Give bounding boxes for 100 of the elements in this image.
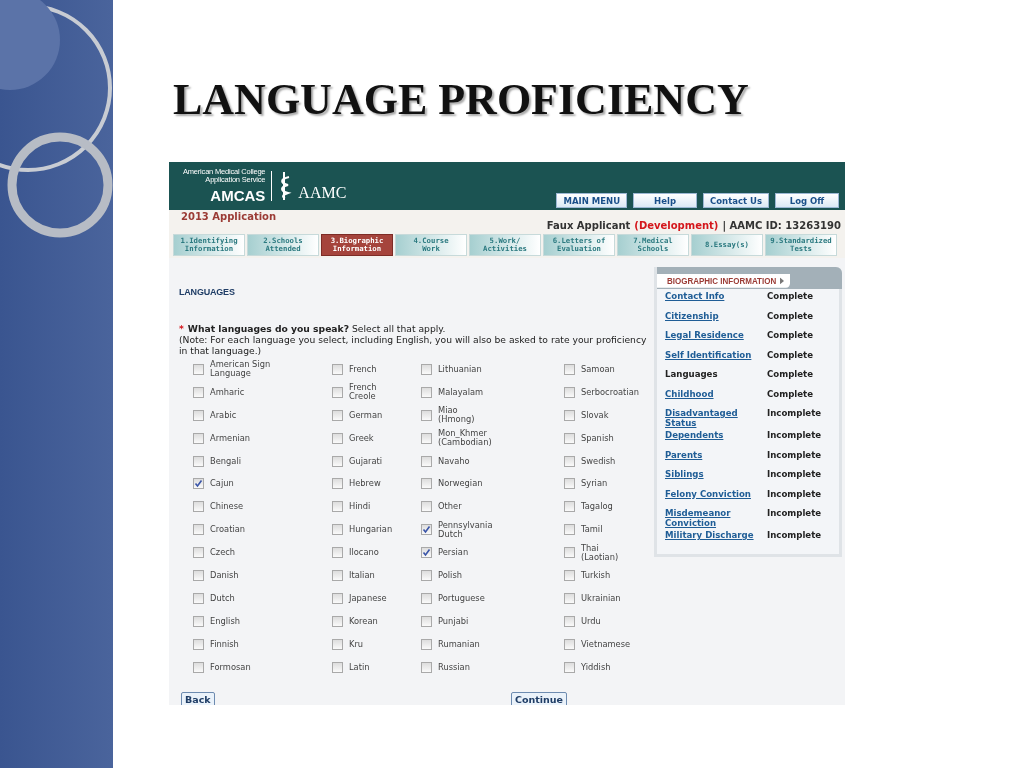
language-label: Chinese (210, 502, 244, 512)
language-checkbox[interactable] (564, 432, 575, 444)
section-link[interactable]: Misdemeanor Conviction (665, 509, 767, 528)
language-checkbox[interactable] (564, 592, 575, 604)
language-checkbox[interactable] (332, 569, 343, 581)
language-checkbox[interactable] (332, 409, 343, 421)
language-checkbox[interactable] (564, 661, 575, 673)
language-label: Latin (349, 662, 370, 672)
language-label: Serbocroatian (581, 387, 639, 397)
language-checkbox[interactable] (332, 386, 343, 398)
language-checkbox[interactable] (421, 478, 432, 490)
language-label: Ilocano (349, 548, 379, 558)
language-label: Hungarian (349, 525, 393, 535)
language-checkbox[interactable] (564, 478, 575, 490)
language-label: Yiddish (581, 662, 611, 672)
section-link[interactable]: Disadvantaged Status (665, 409, 767, 428)
language-checkbox[interactable] (332, 661, 343, 673)
language-checkbox[interactable] (193, 638, 204, 650)
language-checkbox[interactable] (332, 363, 343, 375)
section-link[interactable]: Contact Info (665, 292, 767, 302)
section-link[interactable]: Parents (665, 450, 767, 460)
language-label: Gujarati (349, 456, 383, 466)
language-label: Japanese (349, 593, 387, 603)
language-checkbox[interactable] (421, 547, 432, 559)
language-label: Urdu (581, 616, 601, 626)
language-label: Swedish (581, 456, 616, 466)
language-checkbox[interactable] (564, 569, 575, 581)
language-checkbox[interactable] (193, 524, 204, 536)
language-checkbox[interactable] (193, 501, 204, 513)
language-checkbox[interactable] (421, 661, 432, 673)
language-label: Dutch (210, 593, 235, 603)
language-checkbox[interactable] (421, 386, 432, 398)
language-checkbox[interactable] (421, 363, 432, 375)
language-checkbox[interactable] (421, 524, 432, 536)
language-checkbox[interactable] (332, 547, 343, 559)
language-checkbox[interactable] (421, 409, 432, 421)
language-checkbox[interactable] (421, 455, 432, 467)
nav-button[interactable]: Log Off (775, 193, 839, 208)
section-link[interactable]: Citizenship (665, 311, 767, 321)
language-label: Portuguese (438, 593, 485, 603)
language-checkbox[interactable] (332, 592, 343, 604)
language-checkbox[interactable] (564, 615, 575, 627)
language-checkbox[interactable] (193, 409, 204, 421)
language-checkbox[interactable] (193, 386, 204, 398)
section-link[interactable]: Childhood (665, 389, 767, 399)
language-checkbox[interactable] (193, 363, 204, 375)
language-checkbox[interactable] (332, 501, 343, 513)
language-label: Arabic (210, 410, 237, 420)
section-heading: LANGUAGES (179, 286, 235, 298)
language-checkbox[interactable] (564, 638, 575, 650)
language-checkbox[interactable] (332, 478, 343, 490)
staff-snake-icon (278, 171, 293, 201)
aamc-id: | AAMC ID: 13263190 (722, 220, 841, 231)
language-checkbox[interactable] (564, 363, 575, 375)
language-checkbox[interactable] (564, 547, 575, 559)
language-label: Hindi (349, 502, 371, 512)
section-link[interactable]: Military Discharge (665, 531, 767, 541)
nav-button[interactable]: MAIN MENU (556, 193, 628, 208)
language-checkbox[interactable] (193, 432, 204, 444)
language-label: Mon_Khmer (Cambodian) (438, 429, 492, 448)
language-checkbox[interactable] (564, 455, 575, 467)
language-checkbox[interactable] (564, 524, 575, 536)
language-checkbox[interactable] (193, 547, 204, 559)
back-button[interactable]: Back (181, 692, 215, 705)
language-checkbox[interactable] (193, 615, 204, 627)
language-checkbox[interactable] (421, 432, 432, 444)
continue-button[interactable]: Continue (510, 692, 567, 705)
language-checkbox[interactable] (332, 615, 343, 627)
language-checkbox[interactable] (193, 569, 204, 581)
language-checkbox[interactable] (421, 592, 432, 604)
section-name: Languages (665, 370, 719, 380)
section-link[interactable]: Self Identification (665, 350, 767, 360)
section-link[interactable]: Dependents (665, 431, 767, 441)
section-link[interactable]: Siblings (665, 470, 767, 480)
nav-button[interactable]: Contact Us (703, 193, 769, 208)
language-checkbox[interactable] (421, 569, 432, 581)
language-checkbox[interactable] (332, 432, 343, 444)
language-checkbox[interactable] (332, 638, 343, 650)
language-checkbox[interactable] (193, 455, 204, 467)
language-label: Ukrainian (581, 593, 621, 603)
language-label: Thai (Laotian) (581, 543, 619, 562)
section-status: Complete (767, 350, 815, 362)
language-checkbox[interactable] (193, 478, 204, 490)
section-link[interactable]: Legal Residence (665, 331, 767, 341)
section-link[interactable]: Felony Conviction (665, 489, 767, 499)
language-checkbox[interactable] (193, 661, 204, 673)
language-checkbox[interactable] (421, 615, 432, 627)
language-checkbox[interactable] (193, 592, 204, 604)
language-label: Navaho (438, 456, 470, 466)
language-checkbox[interactable] (421, 638, 432, 650)
nav-button[interactable]: Help (633, 193, 698, 208)
language-checkbox[interactable] (564, 501, 575, 513)
language-checkbox[interactable] (421, 501, 432, 513)
language-label: French Creole (349, 383, 377, 402)
section-status: Incomplete (767, 470, 823, 481)
section-status: Incomplete (767, 489, 823, 501)
language-checkbox[interactable] (564, 386, 575, 398)
language-checkbox[interactable] (332, 524, 343, 536)
language-checkbox[interactable] (332, 455, 343, 467)
language-checkbox[interactable] (564, 409, 575, 421)
